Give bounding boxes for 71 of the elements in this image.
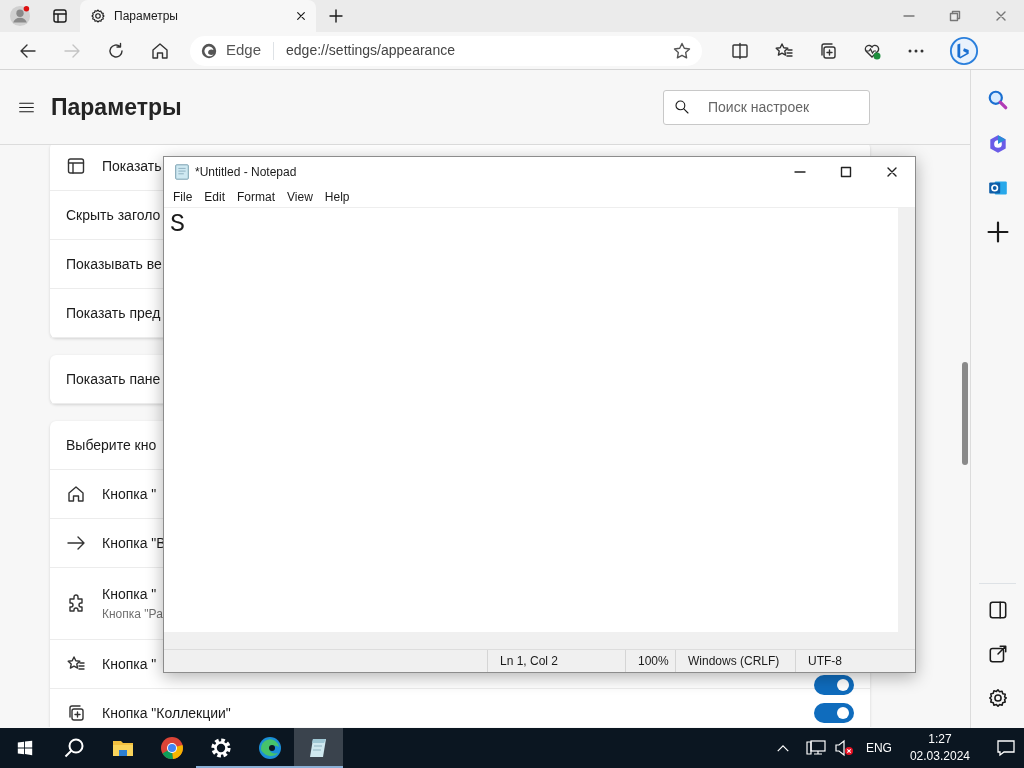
setting-label: Выберите кно: [66, 435, 157, 455]
site-label: Edge: [226, 40, 262, 61]
language-indicator[interactable]: ENG: [865, 739, 892, 757]
setting-label: Кнопка ": [102, 585, 157, 604]
tab-actions-icon[interactable]: [52, 8, 68, 24]
new-tab-icon[interactable]: [329, 9, 343, 23]
notepad-icon: [173, 163, 191, 181]
status-text: Windows (CRLF): [688, 653, 780, 670]
browser-icon: [257, 736, 282, 760]
status-text: 100%: [638, 653, 669, 670]
toggle-switch[interactable]: [814, 703, 854, 723]
maximize-icon[interactable]: [840, 166, 852, 178]
setting-label: Кнопка ": [102, 654, 157, 674]
window-icon: [66, 156, 86, 176]
favorite-star-icon[interactable]: [672, 40, 692, 61]
notifications-icon[interactable]: [996, 738, 1016, 758]
search-input[interactable]: Поиск настроек: [706, 95, 856, 119]
search-icon: [674, 99, 690, 115]
search-field[interactable]: Поиск настроек: [663, 89, 870, 125]
status-text: Ln 1, Col 2: [500, 653, 559, 670]
menu-item[interactable]: Edit: [198, 188, 232, 206]
toggle-switch[interactable]: [814, 675, 854, 695]
collections-icon: [66, 703, 86, 723]
collections-icon[interactable]: [818, 40, 838, 61]
home-icon[interactable]: [150, 40, 170, 61]
volume-icon[interactable]: [833, 739, 854, 757]
setting-label: Скрыть заголо: [66, 205, 161, 225]
tab-title: Параметры: [114, 8, 179, 25]
browser-icon: [159, 736, 184, 760]
menu-item[interactable]: File: [167, 188, 199, 206]
clock-time: 1:27: [927, 731, 953, 748]
settings-icon: [208, 736, 233, 760]
close-icon[interactable]: [886, 166, 898, 178]
horizontal-scrollbar[interactable]: [164, 632, 915, 649]
more-icon[interactable]: [906, 47, 926, 54]
puzzle-icon: [66, 593, 86, 614]
start-icon[interactable]: [15, 739, 34, 757]
document-text: S: [170, 210, 185, 239]
edge-logo-icon: [200, 41, 218, 60]
browser-tab[interactable]: Параметры: [80, 0, 316, 32]
setting-label: Кнопка ": [102, 484, 157, 504]
setting-label: Кнопка "Коллекции": [102, 703, 231, 723]
search-icon[interactable]: [62, 737, 85, 759]
profile-avatar-icon[interactable]: [9, 5, 31, 27]
page-title: Параметры: [51, 92, 183, 122]
split-screen-icon[interactable]: [730, 40, 750, 61]
add-icon[interactable]: [986, 221, 1009, 243]
menu-item[interactable]: Format: [231, 188, 282, 206]
settings-icon[interactable]: [986, 687, 1009, 709]
clock-date: 02.03.2024: [909, 748, 970, 765]
status-text: UTF-8: [808, 653, 842, 670]
menu-item[interactable]: View: [281, 188, 319, 206]
vertical-scrollbar[interactable]: [898, 208, 915, 632]
settings-icon: [90, 8, 106, 24]
setting-label: Показать пред: [66, 303, 161, 323]
close-icon[interactable]: [296, 11, 306, 21]
menu-item[interactable]: Help: [318, 188, 356, 206]
setting-label: Показать пане: [66, 369, 161, 389]
chevron-up-icon[interactable]: [775, 743, 790, 753]
refresh-icon[interactable]: [106, 40, 126, 61]
network-icon[interactable]: [805, 739, 826, 757]
scrollbar-thumb[interactable]: [962, 362, 968, 465]
taskbar-app-button[interactable]: [294, 728, 343, 768]
address-bar[interactable]: Edge edge://settings/appearance: [190, 35, 702, 66]
setting-description: Кнопка "Ра: [102, 606, 163, 623]
home-icon: [66, 484, 86, 504]
setting-label: Показать: [102, 156, 162, 176]
restore-icon[interactable]: [949, 10, 961, 22]
window-title: *Untitled - Notepad: [195, 164, 298, 181]
url-text: edge://settings/appearance: [286, 41, 456, 60]
setting-label: Показывать ве: [66, 254, 162, 274]
